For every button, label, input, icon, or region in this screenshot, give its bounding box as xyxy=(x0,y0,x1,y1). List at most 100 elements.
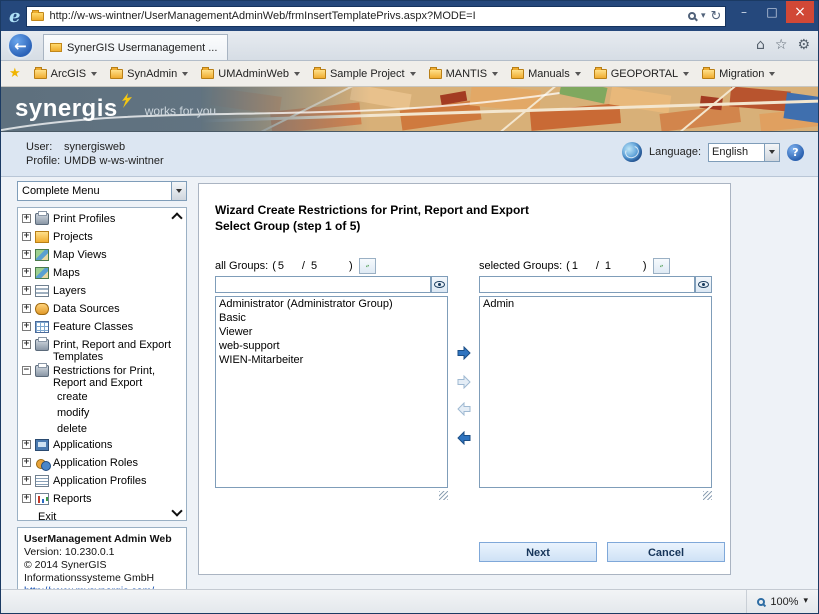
tab-bar: ← SynerGIS Usermanagement ... ⌂ ☆ ⚙ xyxy=(1,31,818,61)
selected-groups-filter-input[interactable] xyxy=(479,276,695,293)
favbar-item-sample-project[interactable]: Sample Project xyxy=(313,68,416,80)
sidebar-item-map-views[interactable]: +Map Views xyxy=(21,247,184,265)
sidebar-item-application-profiles[interactable]: +Application Profiles xyxy=(21,473,184,491)
expand-toggle[interactable]: + xyxy=(22,476,31,485)
dropdown-button-icon xyxy=(171,182,186,200)
expand-toggle[interactable]: + xyxy=(22,214,31,223)
move-right-button[interactable] xyxy=(454,344,474,362)
apply-filter-left-button[interactable] xyxy=(431,276,448,293)
expand-toggle[interactable]: + xyxy=(22,340,31,349)
all-groups-count: 5 xyxy=(278,260,302,272)
about-title: UserManagement Admin Web xyxy=(24,533,180,546)
dropdown-caret-icon xyxy=(410,72,416,76)
move-left-button[interactable] xyxy=(454,429,474,447)
help-icon[interactable]: ? xyxy=(787,144,804,161)
sidebar-item-delete[interactable]: delete xyxy=(21,421,184,437)
site-icon xyxy=(31,12,44,21)
sidebar-item-data-sources[interactable]: +Data Sources xyxy=(21,301,184,319)
list-item[interactable]: Admin xyxy=(480,297,711,311)
move-left-disabled-button[interactable] xyxy=(454,400,474,418)
search-icon[interactable] xyxy=(688,12,696,20)
move-right-disabled-button[interactable] xyxy=(454,373,474,391)
zoom-control[interactable]: 100% ▾ xyxy=(746,590,818,613)
favbar-item-geoportal[interactable]: GEOPORTAL xyxy=(594,68,689,80)
sidebar-item-applications[interactable]: +Applications xyxy=(21,437,184,455)
folder-icon xyxy=(594,69,607,79)
refresh-icon[interactable]: ↻ xyxy=(711,10,722,23)
profile-label: Profile: xyxy=(26,154,64,168)
close-button[interactable]: × xyxy=(786,1,814,23)
list-item[interactable]: WIEN-Mitarbeiter xyxy=(216,353,447,367)
favorites-icon[interactable]: ☆ xyxy=(775,37,788,53)
sidebar-item-exit[interactable]: Exit xyxy=(21,509,184,521)
all-groups-filter-input[interactable] xyxy=(215,276,431,293)
expand-toggle[interactable]: + xyxy=(22,304,31,313)
apply-filter-right-button[interactable] xyxy=(695,276,712,293)
refresh-selected-groups-button[interactable] xyxy=(653,258,670,274)
all-groups-total: 5 xyxy=(311,260,335,272)
minimize-button[interactable]: – xyxy=(730,1,758,23)
scroll-up-icon[interactable] xyxy=(171,212,182,221)
map-fade xyxy=(201,87,371,132)
favbar-item-migration[interactable]: Migration xyxy=(702,68,775,80)
favbar-item-synadmin[interactable]: SynAdmin xyxy=(110,68,188,80)
expand-toggle[interactable]: + xyxy=(22,494,31,503)
refresh-all-groups-button[interactable] xyxy=(359,258,376,274)
status-bar: 100% ▾ xyxy=(1,589,818,613)
next-button[interactable]: Next xyxy=(479,542,597,562)
expand-toggle[interactable]: + xyxy=(22,268,31,277)
sidebar-item-reports[interactable]: +Reports xyxy=(21,491,184,509)
language-dropdown[interactable]: English xyxy=(708,143,780,162)
list-item[interactable]: web-support xyxy=(216,339,447,353)
browser-tab[interactable]: SynerGIS Usermanagement ... xyxy=(43,34,228,60)
resize-grip[interactable] xyxy=(703,491,712,500)
list-item[interactable]: Basic xyxy=(216,311,447,325)
home-icon[interactable]: ⌂ xyxy=(756,37,765,53)
sidebar-item-restrictions[interactable]: −Restrictions for Print, Report and Expo… xyxy=(21,363,184,389)
roles-icon xyxy=(35,457,49,469)
search-dropdown-caret-icon[interactable]: ▾ xyxy=(701,12,706,21)
zoom-caret-icon: ▾ xyxy=(803,597,808,606)
list-item[interactable]: Viewer xyxy=(216,325,447,339)
folder-icon xyxy=(511,69,524,79)
sidebar-item-feature-classes[interactable]: +Feature Classes xyxy=(21,319,184,337)
expand-toggle[interactable]: + xyxy=(22,458,31,467)
back-button[interactable]: ← xyxy=(7,32,34,59)
expand-toggle[interactable]: + xyxy=(22,250,31,259)
settings-gear-icon[interactable]: ⚙ xyxy=(797,37,810,53)
favbar-item-umadminweb[interactable]: UMAdminWeb xyxy=(201,68,300,80)
sidebar-item-modify[interactable]: modify xyxy=(21,405,184,421)
address-bar[interactable]: http://w-ws-wintner/UserManagementAdminW… xyxy=(26,6,726,27)
expand-toggle[interactable]: + xyxy=(22,286,31,295)
wizard-panel: Wizard Create Restrictions for Print, Re… xyxy=(198,183,731,575)
expand-toggle[interactable]: + xyxy=(22,440,31,449)
table-icon xyxy=(35,321,49,333)
expand-toggle[interactable]: + xyxy=(22,322,31,331)
sidebar-item-create[interactable]: create xyxy=(21,389,184,405)
sidebar-item-print-profiles[interactable]: +Print Profiles xyxy=(21,211,184,229)
cancel-button[interactable]: Cancel xyxy=(607,542,725,562)
sidebar-item-projects[interactable]: +Projects xyxy=(21,229,184,247)
selected-groups-label: selected Groups: ( 1 / 1 ) xyxy=(479,258,670,274)
scroll-down-icon[interactable] xyxy=(171,507,182,516)
folder-icon xyxy=(110,69,123,79)
favorites-star-icon[interactable]: ★ xyxy=(9,66,21,81)
favbar-item-arcgis[interactable]: ArcGIS xyxy=(34,68,97,80)
maximize-button[interactable]: □ xyxy=(758,1,786,23)
menu-dropdown[interactable]: Complete Menu xyxy=(17,181,187,201)
tab-favicon-icon xyxy=(50,43,62,52)
zoom-magnifier-icon xyxy=(757,598,765,606)
sidebar-item-maps[interactable]: +Maps xyxy=(21,265,184,283)
collapse-toggle[interactable]: − xyxy=(22,366,31,375)
all-groups-listbox: Administrator (Administrator Group) Basi… xyxy=(215,296,448,488)
favbar-item-manuals[interactable]: Manuals xyxy=(511,68,581,80)
expand-toggle[interactable]: + xyxy=(22,232,31,241)
sidebar-item-layers[interactable]: +Layers xyxy=(21,283,184,301)
ie-logo-icon: e xyxy=(9,6,20,27)
list-item[interactable]: Administrator (Administrator Group) xyxy=(216,297,447,311)
sidebar-item-print-report-export-templates[interactable]: +Print, Report and Export Templates xyxy=(21,337,184,363)
favbar-item-mantis[interactable]: MANTIS xyxy=(429,68,499,80)
sidebar-item-application-roles[interactable]: +Application Roles xyxy=(21,455,184,473)
resize-grip[interactable] xyxy=(439,491,448,500)
arrow-left-icon xyxy=(457,402,471,416)
